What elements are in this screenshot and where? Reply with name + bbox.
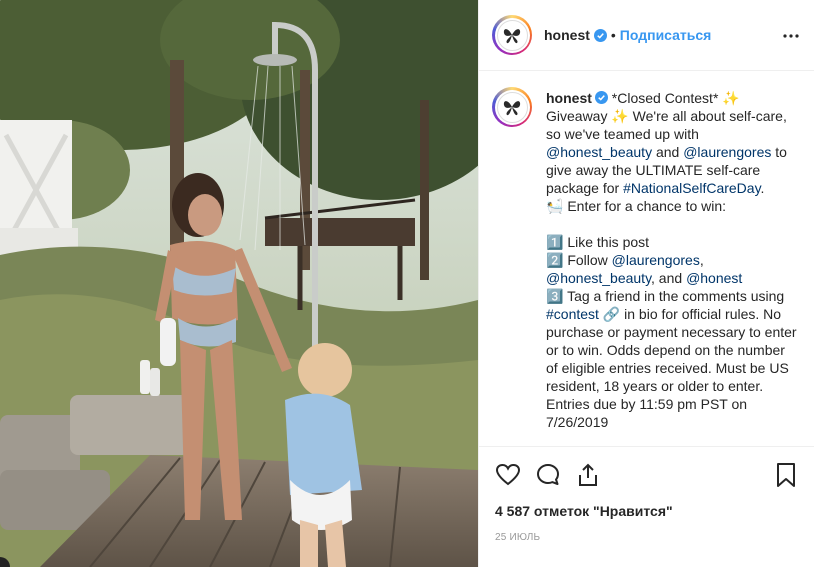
likes-count[interactable]: 4 587 отметок "Нравится": [495, 503, 799, 519]
post-photo[interactable]: [0, 0, 478, 567]
post-date[interactable]: 25 июль: [495, 532, 799, 543]
heart-icon[interactable]: [495, 462, 521, 488]
mention-link[interactable]: @honest: [686, 270, 742, 286]
caption-segment: ,: [699, 252, 704, 268]
post-actions: 4 587 отметок "Нравится" 25 июль: [479, 446, 814, 543]
mention-link[interactable]: @honest_beauty: [546, 270, 651, 286]
caption-segment: 3️⃣ Tag a friend in the comments using: [546, 288, 785, 304]
butterfly-logo-icon: [503, 101, 521, 116]
caption-segment: and: [652, 144, 684, 160]
header-username[interactable]: honest: [544, 27, 590, 43]
post-panel: honest • Подписаться honest *Closed Cont…: [478, 0, 814, 567]
butterfly-logo-icon: [503, 29, 521, 44]
follow-button[interactable]: Подписаться: [620, 27, 712, 43]
caption-text: honest *Closed Contest* ✨ Giveaway ✨ We'…: [546, 89, 798, 431]
avatar[interactable]: [492, 15, 532, 55]
share-icon[interactable]: [575, 462, 601, 488]
hashtag-link[interactable]: #NationalSelfCareDay: [623, 180, 760, 196]
header-separator: •: [610, 27, 616, 43]
mention-link[interactable]: @laurengores: [612, 252, 700, 268]
photo-image: [0, 0, 478, 567]
comments-area: honest *Closed Contest* ✨ Giveaway ✨ We'…: [479, 71, 814, 446]
mention-link[interactable]: @honest_beauty: [546, 144, 652, 160]
bookmark-icon[interactable]: [773, 462, 799, 488]
caption-segment: , and: [651, 270, 687, 286]
more-options-icon[interactable]: [782, 27, 800, 45]
comment-icon[interactable]: [535, 462, 561, 488]
action-icons: [495, 461, 799, 489]
caption: honest *Closed Contest* ✨ Giveaway ✨ We'…: [492, 87, 798, 431]
hashtag-link[interactable]: #contest: [546, 306, 599, 322]
post-header: honest • Подписаться: [479, 0, 814, 71]
caption-avatar[interactable]: [492, 87, 532, 127]
caption-username[interactable]: honest: [546, 90, 592, 106]
caption-segment: 🔗 in bio for official rules. No purchase…: [546, 306, 801, 430]
mention-link[interactable]: @laurengores: [683, 144, 771, 160]
verified-badge-icon: [593, 28, 607, 42]
verified-badge-icon: [594, 91, 608, 104]
